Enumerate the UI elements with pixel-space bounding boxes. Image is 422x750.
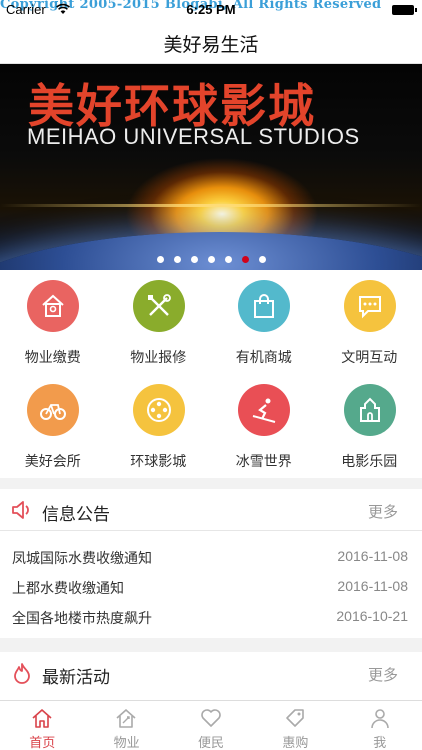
notice-date: 2016-11-08 — [337, 578, 408, 594]
service-label: 电影乐园 — [341, 453, 398, 469]
service-label: 物业缴费 — [24, 349, 81, 365]
notice-section-title: 信息公告 — [42, 505, 110, 524]
tab-convenience[interactable]: 便民 — [169, 701, 253, 750]
skier-icon — [238, 384, 290, 436]
notice-date: 2016-11-08 — [337, 548, 408, 564]
activity-more-link[interactable]: 更多 — [368, 664, 398, 685]
carousel-dot[interactable] — [156, 256, 164, 263]
service-grid: 物业缴费 物业报修 有机商城 文明互动 美好会所 环球影城 冰雪世界 电影乐园 — [0, 270, 422, 478]
carousel-dot[interactable] — [207, 256, 215, 263]
tab-deals[interactable]: 惠购 — [253, 701, 337, 750]
tab-property[interactable]: 物业 — [84, 701, 168, 750]
status-time: 6:25 PM — [186, 2, 236, 17]
activity-section-header: 最新活动 更多 — [0, 652, 422, 694]
carousel-page-indicator[interactable] — [0, 250, 422, 268]
activity-section: 最新活动 更多 — [0, 652, 422, 700]
list-item[interactable]: 全国各地楼市热度飙升 2016-10-21 — [0, 601, 422, 631]
notice-date: 2016-10-21 — [336, 608, 408, 624]
house-icon — [27, 280, 79, 332]
service-item-ice-snow-world[interactable]: 冰雪世界 — [211, 374, 317, 478]
flame-icon — [14, 663, 30, 684]
banner-light-flare — [0, 204, 422, 207]
tab-label: 物业 — [113, 735, 140, 750]
service-item-movie-park[interactable]: 电影乐园 — [317, 374, 422, 478]
tab-label: 惠购 — [282, 735, 309, 750]
bicycle-icon — [27, 384, 79, 436]
carousel-dot[interactable] — [241, 256, 249, 263]
speaker-icon — [12, 501, 29, 519]
tab-me[interactable]: 我 — [338, 701, 422, 750]
property-icon — [116, 709, 136, 728]
carousel-dot[interactable] — [173, 256, 181, 263]
tab-label: 我 — [373, 735, 387, 750]
notice-title: 全国各地楼市热度飙升 — [12, 610, 152, 626]
person-icon — [370, 709, 389, 729]
page-title: 美好易生活 — [163, 35, 259, 56]
carousel-dot[interactable] — [224, 256, 232, 263]
tab-home[interactable]: 首页 — [0, 701, 84, 750]
banner-title-en: MEIHAO UNIVERSAL STUDIOS — [27, 124, 360, 149]
service-label: 冰雪世界 — [235, 453, 292, 469]
service-label: 有机商城 — [235, 349, 292, 365]
castle-icon — [343, 384, 396, 436]
service-item-universal-cinema[interactable]: 环球影城 — [106, 374, 212, 478]
service-item-civil-interaction[interactable]: 文明互动 — [317, 270, 422, 374]
service-item-property-payment[interactable]: 物业缴费 — [0, 270, 106, 374]
service-label: 物业报修 — [130, 349, 187, 365]
home-icon — [32, 709, 52, 728]
service-label: 环球影城 — [130, 453, 187, 469]
chat-bubble-icon — [343, 280, 396, 332]
notice-section: 信息公告 更多 凤城国际水费收缴通知 2016-11-08 上郡水费收缴通知 2… — [0, 489, 422, 638]
service-item-clubhouse[interactable]: 美好会所 — [0, 374, 106, 478]
service-item-repair[interactable]: 物业报修 — [106, 270, 212, 374]
list-item[interactable]: 凤城国际水费收缴通知 2016-11-08 — [0, 541, 422, 571]
notice-section-header: 信息公告 更多 — [0, 489, 422, 531]
carousel-dot[interactable] — [258, 256, 266, 263]
navigation-bar: 美好易生活 — [0, 20, 422, 64]
service-label: 美好会所 — [24, 453, 81, 469]
tools-icon — [132, 280, 185, 332]
film-reel-icon — [132, 384, 185, 436]
tab-label: 首页 — [29, 735, 56, 750]
notice-title: 上郡水费收缴通知 — [12, 580, 124, 596]
service-label: 文明互动 — [341, 349, 398, 365]
shopping-bag-icon — [238, 280, 290, 332]
battery-icon — [392, 5, 417, 15]
status-bar: Copyright 2005-2015 Blogabi, All Rights … — [0, 0, 422, 20]
activity-section-title: 最新活动 — [42, 668, 110, 687]
notice-title: 凤城国际水费收缴通知 — [12, 550, 152, 566]
tag-icon — [286, 709, 304, 727]
carousel-dot[interactable] — [190, 256, 198, 263]
list-item[interactable]: 上郡水费收缴通知 2016-11-08 — [0, 571, 422, 601]
service-item-organic-mall[interactable]: 有机商城 — [211, 270, 317, 374]
banner-carousel[interactable]: 美好环球影城 MEIHAO UNIVERSAL STUDIOS — [0, 64, 422, 270]
notice-more-link[interactable]: 更多 — [368, 501, 398, 522]
tab-bar: 首页 物业 便民 惠购 我 — [0, 700, 422, 750]
heart-icon — [201, 709, 221, 727]
tab-label: 便民 — [197, 735, 224, 750]
